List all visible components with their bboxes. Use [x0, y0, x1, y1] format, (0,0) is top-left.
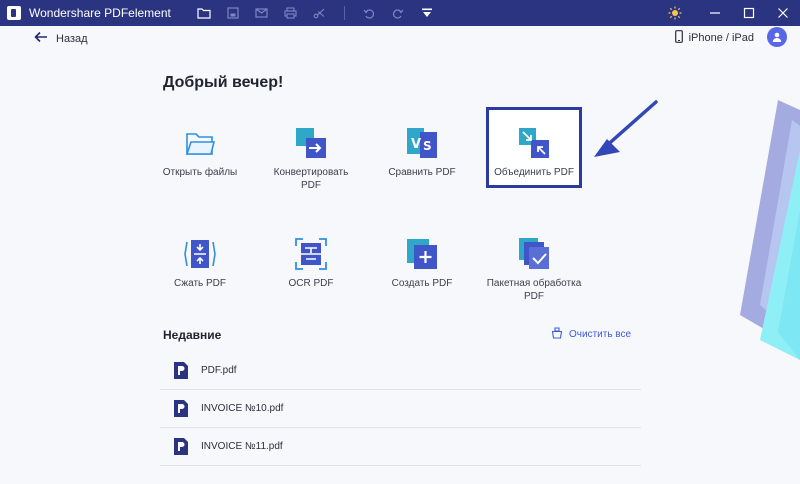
- tile-label: Сжать PDF: [173, 278, 227, 289]
- tile-merge-pdf[interactable]: Объединить PDF: [486, 107, 582, 188]
- tile-label: Открыть файлы: [162, 167, 238, 178]
- arrow-left-icon: [34, 31, 48, 46]
- list-item[interactable]: INVOICE №11.pdf: [160, 428, 641, 466]
- tile-label: Пакетная обработка PDF: [486, 278, 582, 302]
- undo-icon[interactable]: [362, 6, 376, 20]
- maximize-icon[interactable]: [732, 0, 766, 26]
- ocr-icon: [294, 237, 328, 271]
- app-logo-icon: [7, 6, 21, 20]
- list-item[interactable]: PDF.pdf: [160, 352, 641, 390]
- tile-batch-process[interactable]: Пакетная обработка PDF: [486, 237, 582, 303]
- app-title: Wondershare PDFelement: [29, 6, 171, 20]
- window-controls: [658, 0, 800, 26]
- folder-icon[interactable]: [197, 6, 211, 20]
- tile-compress-pdf[interactable]: Сжать PDF: [152, 237, 248, 290]
- broom-icon: [551, 327, 563, 342]
- tile-open-files[interactable]: Открыть файлы: [152, 126, 248, 179]
- decorative-sheets: [740, 100, 800, 360]
- tile-label: Объединить PDF: [494, 167, 574, 178]
- close-icon[interactable]: [766, 0, 800, 26]
- avatar[interactable]: [767, 27, 787, 47]
- file-name: PDF.pdf: [201, 365, 237, 376]
- batch-icon: [517, 237, 551, 271]
- convert-icon: [294, 126, 328, 160]
- greeting-title: Добрый вечер!: [163, 74, 284, 91]
- phone-icon: [674, 30, 683, 46]
- tile-compare-pdf[interactable]: V S Сравнить PDF: [374, 126, 470, 179]
- recent-title: Недавние: [163, 328, 222, 342]
- device-button[interactable]: iPhone / iPad: [674, 30, 754, 46]
- clear-all-button[interactable]: Очистить все: [551, 327, 631, 342]
- back-label: Назад: [56, 32, 88, 45]
- dropdown-icon[interactable]: [420, 6, 434, 20]
- file-name: INVOICE №11.pdf: [201, 441, 283, 452]
- recent-file-list: PDF.pdf INVOICE №10.pdf INVOICE №11.pdf: [160, 352, 641, 466]
- compress-icon: [183, 237, 217, 271]
- pdf-file-icon: [174, 400, 188, 417]
- tile-label: Сравнить PDF: [388, 167, 456, 178]
- minimize-icon[interactable]: [698, 0, 732, 26]
- tile-label: Конвертировать PDF: [273, 167, 349, 191]
- merge-icon: [517, 126, 551, 160]
- device-label: iPhone / iPad: [688, 32, 754, 44]
- save-icon[interactable]: [226, 6, 240, 20]
- toolbar-divider: [343, 6, 345, 20]
- print-icon[interactable]: [284, 6, 298, 20]
- compare-icon: V S: [405, 126, 439, 160]
- pdf-file-icon: [174, 362, 188, 379]
- tile-label: Создать PDF: [391, 278, 453, 289]
- pdf-file-icon: [174, 438, 188, 455]
- title-bar: Wondershare PDFelement: [0, 0, 800, 26]
- back-button[interactable]: Назад: [34, 31, 88, 46]
- quick-toolbar: [197, 6, 434, 20]
- list-item[interactable]: INVOICE №10.pdf: [160, 390, 641, 428]
- file-name: INVOICE №10.pdf: [201, 403, 284, 414]
- create-icon: [405, 237, 439, 271]
- svg-text:V: V: [411, 137, 421, 152]
- tile-ocr-pdf[interactable]: OCR PDF: [263, 237, 359, 290]
- annotation-arrow: [594, 100, 658, 157]
- mail-icon[interactable]: [255, 6, 269, 20]
- tile-label: OCR PDF: [288, 278, 334, 289]
- folder-open-icon: [183, 126, 217, 160]
- redo-icon[interactable]: [391, 6, 405, 20]
- svg-text:S: S: [423, 139, 432, 153]
- theme-icon[interactable]: [658, 0, 692, 26]
- clear-all-label: Очистить все: [569, 329, 632, 340]
- share-icon[interactable]: [313, 6, 327, 20]
- tile-create-pdf[interactable]: Создать PDF: [374, 237, 470, 290]
- tile-convert-pdf[interactable]: Конвертировать PDF: [263, 126, 359, 192]
